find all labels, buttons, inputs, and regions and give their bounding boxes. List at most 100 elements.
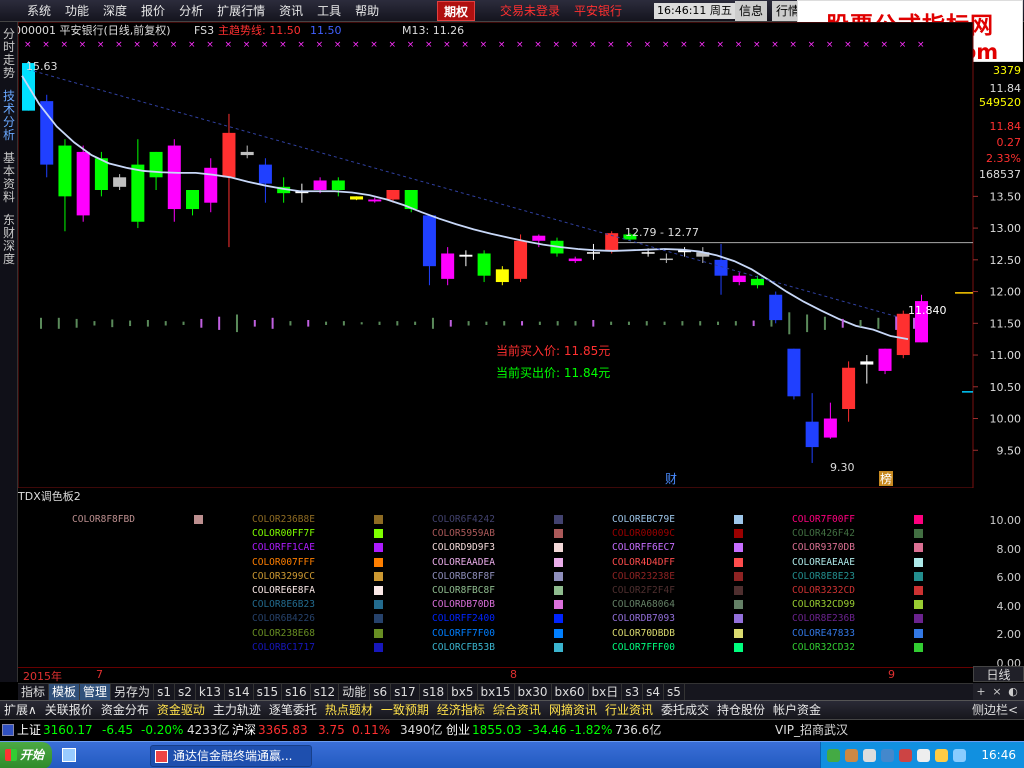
vip-account[interactable]: VIP_招商武汉 — [775, 720, 848, 740]
candle-body[interactable] — [331, 180, 345, 190]
candle-body[interactable] — [167, 145, 181, 210]
tray-icon-8[interactable] — [953, 749, 966, 762]
indicator-tab[interactable]: bx60 — [552, 684, 589, 701]
candle-body[interactable] — [514, 240, 528, 279]
tray-icon-6[interactable] — [917, 749, 930, 762]
candle-body[interactable] — [896, 313, 910, 356]
candle-body[interactable] — [149, 151, 163, 178]
candle-body[interactable] — [823, 418, 837, 438]
candle-body[interactable] — [186, 190, 200, 210]
function-button[interactable]: 热点题材 — [321, 701, 377, 719]
candle-body[interactable] — [40, 101, 54, 165]
taskbar-app[interactable]: 通达信金融终端通赢... — [150, 745, 312, 767]
indicator-tab[interactable]: s14 — [225, 684, 254, 701]
tray-icon-7[interactable] — [935, 749, 948, 762]
tray-icon-1[interactable] — [827, 749, 840, 762]
function-button[interactable]: 资金驱动 — [153, 701, 209, 719]
side-tab[interactable]: 东财深度 — [0, 212, 18, 268]
candle-body[interactable] — [532, 235, 546, 241]
candle-body[interactable] — [805, 421, 819, 448]
sh-index-name[interactable]: 上证 — [17, 720, 41, 740]
indicator-tab[interactable]: s16 — [282, 684, 311, 701]
candle-body[interactable] — [350, 196, 364, 200]
function-button[interactable]: 持仓股份 — [713, 701, 769, 719]
zoom-button[interactable]: × — [989, 683, 1005, 700]
candle-body[interactable] — [94, 158, 108, 190]
indicator-tab[interactable]: s15 — [254, 684, 283, 701]
indicator-tab[interactable]: 指标 — [18, 684, 50, 701]
side-tab[interactable]: 技术分析 — [0, 88, 18, 144]
candle-body[interactable] — [76, 151, 90, 216]
menu-item[interactable]: 深度 — [96, 0, 134, 22]
indicator-tab[interactable]: s17 — [391, 684, 420, 701]
function-button[interactable]: 网摘资讯 — [545, 701, 601, 719]
function-button[interactable]: 资金分布 — [97, 701, 153, 719]
indicator-tab[interactable]: 另存为 — [111, 684, 155, 701]
function-button[interactable]: 关联报价 — [41, 701, 97, 719]
candle-body[interactable] — [477, 253, 491, 276]
period-label[interactable]: 日线 — [973, 666, 1024, 682]
menu-item[interactable]: 帮助 — [348, 0, 386, 22]
indicator-tab[interactable]: s1 — [154, 684, 175, 701]
start-button[interactable]: 开始 — [0, 742, 52, 768]
indicator-tab[interactable]: bx30 — [515, 684, 552, 701]
tray-icon-4[interactable] — [881, 749, 894, 762]
function-button[interactable]: 综合资讯 — [489, 701, 545, 719]
candle-body[interactable] — [659, 258, 673, 261]
candle-body[interactable] — [750, 278, 764, 286]
side-tab[interactable]: 分时走势 — [0, 26, 18, 82]
function-button[interactable]: 扩展∧ — [0, 701, 41, 719]
menu-item[interactable]: 资讯 — [272, 0, 310, 22]
candle-body[interactable] — [222, 132, 236, 178]
candle-body[interactable] — [422, 215, 436, 267]
menu-item[interactable]: 扩展行情 — [210, 0, 272, 22]
function-button[interactable]: 逐笔委托 — [265, 701, 321, 719]
indicator-tab[interactable]: s5 — [664, 684, 685, 701]
candle-body[interactable] — [842, 367, 856, 409]
candlestick-chart[interactable]: 13.50 13.00 12.50 12.00 11.50 11.00 10.50 10.00… — [18, 22, 1024, 488]
function-button[interactable]: 一致预期 — [377, 701, 433, 719]
candle-body[interactable] — [58, 145, 72, 197]
indicator-tab[interactable]: s3 — [622, 684, 644, 701]
candle-body[interactable] — [459, 254, 473, 257]
menu-item[interactable]: 系统 — [20, 0, 58, 22]
tray-icon-2[interactable] — [845, 749, 858, 762]
zoom-button[interactable]: + — [973, 683, 989, 700]
indicator-tab[interactable]: bx5 — [448, 684, 478, 701]
side-tab[interactable]: 基本资料 — [0, 150, 18, 206]
function-button[interactable]: 行业资讯 — [601, 701, 657, 719]
indicator-tab[interactable]: s4 — [643, 684, 665, 701]
tray-icon-3[interactable] — [863, 749, 876, 762]
indicator-tab[interactable]: 管理 — [80, 684, 112, 701]
candle-body[interactable] — [441, 253, 455, 279]
function-button[interactable]: 帐户资金 — [769, 701, 825, 719]
desktop-icon[interactable] — [62, 748, 76, 762]
menu-item[interactable]: 功能 — [58, 0, 96, 22]
candle-body[interactable] — [586, 252, 600, 254]
candle-body[interactable] — [258, 164, 272, 184]
sz-index-name[interactable]: 沪深 — [232, 720, 256, 740]
sidebar-toggle[interactable]: 侧边栏< — [972, 701, 1018, 719]
cy-index-name[interactable]: 创业 — [446, 720, 470, 740]
indicator-tab[interactable]: bx15 — [478, 684, 515, 701]
candle-body[interactable] — [386, 190, 400, 200]
indicator-tab[interactable]: s12 — [311, 684, 340, 701]
info-button[interactable]: 信息 — [735, 1, 768, 21]
indicator-tab[interactable]: 动能 — [339, 684, 371, 701]
login-status[interactable]: 交易未登录 — [500, 0, 560, 22]
cai-badge[interactable]: 财 — [665, 472, 677, 486]
menu-item[interactable]: 分析 — [172, 0, 210, 22]
indicator-tab[interactable]: bx日 — [589, 684, 623, 701]
function-button[interactable]: 委托成交 — [657, 701, 713, 719]
function-button[interactable]: 主力轨迹 — [209, 701, 265, 719]
candle-body[interactable] — [714, 259, 728, 276]
candle-body[interactable] — [240, 151, 254, 156]
indicator-tab[interactable]: s18 — [420, 684, 449, 701]
bang-badge[interactable]: 榜 — [880, 471, 892, 486]
candle-body[interactable] — [204, 167, 218, 203]
function-button[interactable]: 经济指标 — [433, 701, 489, 719]
menu-item[interactable]: 报价 — [134, 0, 172, 22]
tray-icon-5[interactable] — [899, 749, 912, 762]
candle-body[interactable] — [131, 164, 145, 222]
candle-body[interactable] — [787, 348, 801, 397]
